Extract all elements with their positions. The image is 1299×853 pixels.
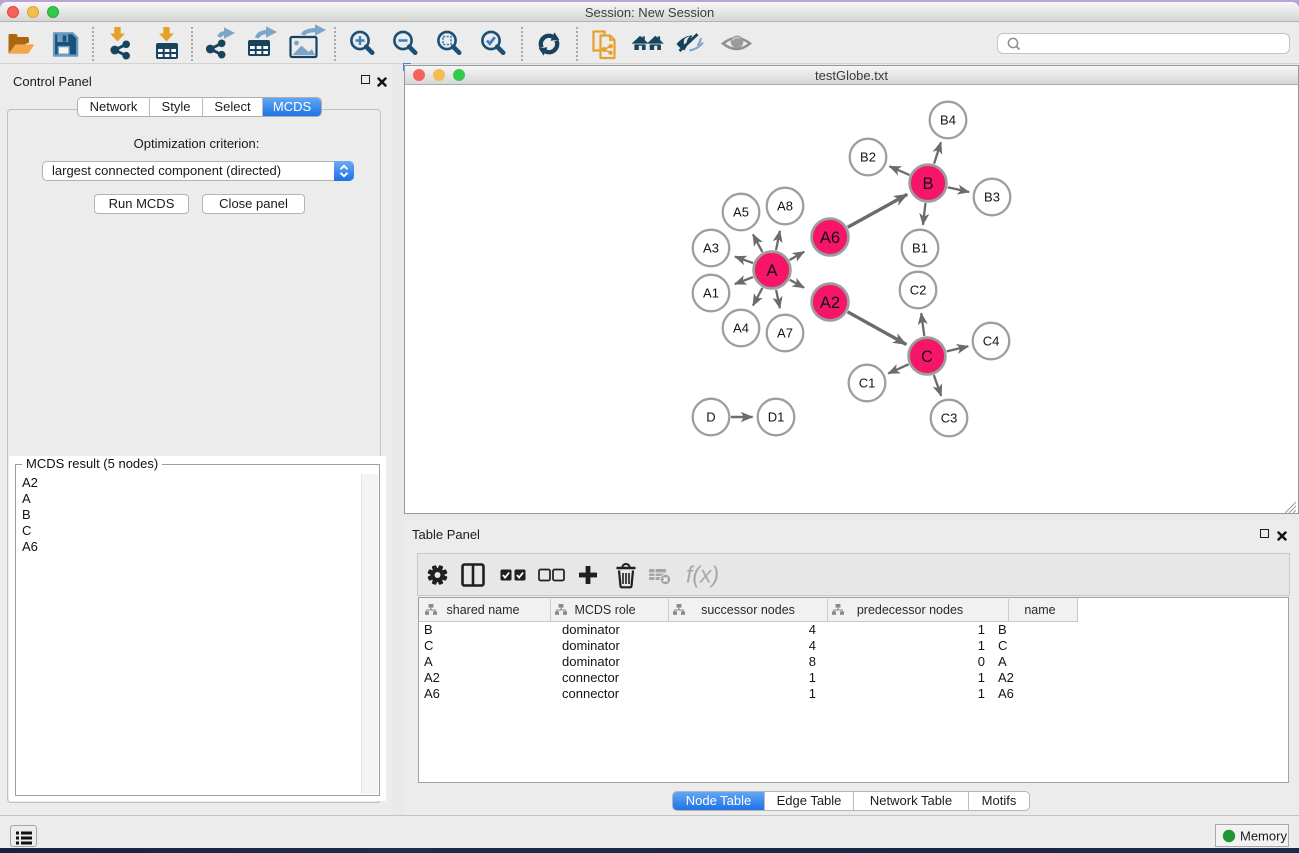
svg-text:B3: B3 — [984, 190, 1000, 205]
svg-text:A7: A7 — [777, 326, 793, 341]
svg-text:A1: A1 — [703, 286, 719, 301]
svg-text:A6: A6 — [820, 229, 840, 247]
svg-text:A2: A2 — [820, 294, 840, 312]
svg-text:Memory: Memory — [1240, 829, 1287, 844]
svg-text:B4: B4 — [940, 113, 956, 128]
svg-text:C1: C1 — [859, 376, 876, 391]
svg-text:C: C — [921, 348, 933, 366]
svg-text:C4: C4 — [983, 334, 1000, 349]
svg-text:C2: C2 — [910, 283, 927, 298]
svg-text:A: A — [766, 262, 777, 280]
svg-text:C3: C3 — [941, 411, 958, 426]
svg-text:A8: A8 — [777, 199, 793, 214]
svg-text:A3: A3 — [703, 241, 719, 256]
svg-text:D1: D1 — [768, 410, 785, 425]
svg-text:A4: A4 — [733, 321, 749, 336]
svg-text:B1: B1 — [912, 241, 928, 256]
svg-text:B2: B2 — [860, 150, 876, 165]
svg-text:D: D — [706, 410, 715, 425]
svg-text:B: B — [922, 175, 933, 193]
svg-text:f(x): f(x) — [686, 562, 719, 588]
svg-text:A5: A5 — [733, 205, 749, 220]
